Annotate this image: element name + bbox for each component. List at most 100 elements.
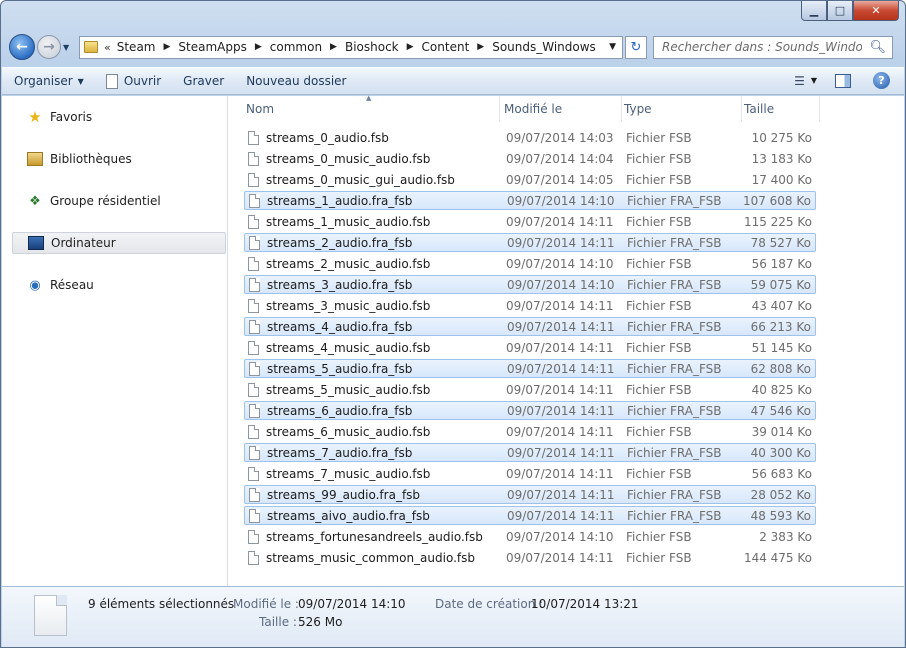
breadcrumb-separator[interactable]: ▶ xyxy=(407,42,414,52)
breadcrumb-separator[interactable]: ▶ xyxy=(163,42,170,52)
size-label: Taille : xyxy=(259,615,297,629)
file-size: 48 593 Ko xyxy=(750,508,811,523)
organize-menu[interactable]: Organiser ▼ xyxy=(14,74,84,88)
column-header-size[interactable]: Taille xyxy=(742,96,820,122)
close-button[interactable]: ✕ xyxy=(853,1,899,21)
chevron-down-icon: ▼ xyxy=(77,76,84,86)
breadcrumb: Steam ▶ SteamApps ▶ common ▶ Bioshock ▶ Content ▶… xyxy=(117,40,604,54)
sidebar-item-library[interactable]: Bibliothèques xyxy=(12,148,226,170)
refresh-button[interactable]: ↻ xyxy=(625,35,647,59)
help-icon[interactable]: ? xyxy=(873,72,890,89)
views-icon[interactable]: ☰ xyxy=(794,74,805,88)
file-row[interactable]: streams_2_music_audio.fsb 09/07/2014 14:1… xyxy=(244,254,816,273)
file-row[interactable]: streams_0_audio.fsb 09/07/2014 14:03 Fichi… xyxy=(244,128,816,147)
refresh-icon: ↻ xyxy=(630,39,642,55)
file-row[interactable]: streams_0_music_gui_audio.fsb 09/07/2014 … xyxy=(244,170,816,189)
file-row[interactable]: streams_7_audio.fra_fsb 09/07/2014 14:11 F… xyxy=(244,443,816,462)
views-dropdown[interactable]: ▼ xyxy=(811,76,817,85)
file-row[interactable]: streams_3_music_audio.fsb 09/07/2014 14:1… xyxy=(244,296,816,315)
chevron-down-icon[interactable]: ▼ xyxy=(609,42,616,52)
file-modified: 09/07/2014 14:11 xyxy=(506,424,614,439)
sidebar-item-star[interactable]: ★ Favoris xyxy=(12,106,226,128)
sidebar-item-network[interactable]: ◉ Réseau xyxy=(12,274,226,296)
breadcrumb-item[interactable]: common xyxy=(270,40,322,54)
file-type: Fichier FSB xyxy=(626,466,692,481)
column-header-modified[interactable]: Modifié le xyxy=(502,96,622,122)
recent-pages-dropdown[interactable]: ▼ xyxy=(63,43,75,52)
file-modified: 09/07/2014 14:10 xyxy=(507,277,615,292)
preview-pane-icon[interactable] xyxy=(835,73,851,88)
file-type: Fichier FSB xyxy=(626,130,692,145)
overflow-chevron[interactable]: « xyxy=(104,41,111,54)
file-row[interactable]: streams_1_audio.fra_fsb 09/07/2014 14:10 F… xyxy=(244,191,816,210)
file-modified: 09/07/2014 14:11 xyxy=(507,403,615,418)
breadcrumb-item[interactable]: Steam xyxy=(117,40,156,54)
breadcrumb-item[interactable]: Sounds_Windows xyxy=(492,40,596,54)
back-button[interactable]: ← xyxy=(9,34,35,60)
column-header-type[interactable]: Type xyxy=(622,96,742,122)
file-name-text: streams_music_common_audio.fsb xyxy=(266,550,475,565)
burn-label: Graver xyxy=(183,74,225,88)
file-icon xyxy=(248,550,259,565)
maximize-button[interactable]: □ xyxy=(827,1,853,21)
arrow-right-icon: → xyxy=(43,39,55,55)
file-type: Fichier FRA_FSB xyxy=(627,235,722,250)
file-name: streams_4_music_audio.fsb xyxy=(248,340,430,355)
file-row[interactable]: streams_6_music_audio.fsb 09/07/2014 14:1… xyxy=(244,422,816,441)
breadcrumb-separator[interactable]: ▶ xyxy=(255,42,262,52)
file-size: 13 183 Ko xyxy=(751,151,812,166)
file-size: 47 546 Ko xyxy=(750,403,811,418)
search-input[interactable] xyxy=(662,40,862,54)
minimize-button[interactable]: ▁ xyxy=(801,1,827,21)
open-button[interactable]: Ouvrir xyxy=(105,73,162,89)
breadcrumb-item[interactable]: Content xyxy=(422,40,470,54)
file-type: Fichier FSB xyxy=(626,382,692,397)
navigation-bar: ← → ▼ « Steam ▶ SteamApps ▶ common ▶ Bioshock ▶… xyxy=(9,31,897,63)
sidebar-item-computer[interactable]: Ordinateur xyxy=(12,232,226,254)
file-row[interactable]: streams_4_music_audio.fsb 09/07/2014 14:1… xyxy=(244,338,816,357)
sidebar-item-homegroup[interactable]: ❖ Groupe résidentiel xyxy=(12,190,226,212)
file-row[interactable]: streams_7_music_audio.fsb 09/07/2014 14:1… xyxy=(244,464,816,483)
breadcrumb-separator[interactable]: ▶ xyxy=(477,42,484,52)
file-row[interactable]: streams_1_music_audio.fsb 09/07/2014 14:1… xyxy=(244,212,816,231)
file-row[interactable]: streams_3_audio.fra_fsb 09/07/2014 14:10 F… xyxy=(244,275,816,294)
file-icon xyxy=(249,403,260,418)
file-icon xyxy=(248,256,259,271)
file-row[interactable]: streams_6_audio.fra_fsb 09/07/2014 14:11 F… xyxy=(244,401,816,420)
new-folder-button[interactable]: Nouveau dossier xyxy=(246,74,346,88)
sidebar-item-label: Réseau xyxy=(50,278,94,292)
file-row[interactable]: streams_music_common_audio.fsb 09/07/2014… xyxy=(244,548,816,567)
breadcrumb-item[interactable]: SteamApps xyxy=(178,40,246,54)
file-name-text: streams_0_music_audio.fsb xyxy=(266,151,431,166)
file-row[interactable]: streams_5_music_audio.fsb 09/07/2014 14:1… xyxy=(244,380,816,399)
file-name-text: streams_6_audio.fra_fsb xyxy=(267,403,413,418)
file-name-text: streams_0_music_gui_audio.fsb xyxy=(266,172,455,187)
file-name-text: streams_3_music_audio.fsb xyxy=(266,298,431,313)
file-size: 59 075 Ko xyxy=(750,277,811,292)
file-name: streams_music_common_audio.fsb xyxy=(248,550,475,565)
file-row[interactable]: streams_fortunesandreels_audio.fsb 09/07/… xyxy=(244,527,816,546)
file-type: Fichier FSB xyxy=(626,424,692,439)
file-row[interactable]: streams_5_audio.fra_fsb 09/07/2014 14:11 F… xyxy=(244,359,816,378)
file-row[interactable]: streams_0_music_audio.fsb 09/07/2014 14:0… xyxy=(244,149,816,168)
file-icon xyxy=(248,382,259,397)
file-name-text: streams_0_audio.fsb xyxy=(266,130,389,145)
file-type: Fichier FRA_FSB xyxy=(627,319,722,334)
burn-button[interactable]: Graver xyxy=(183,74,224,88)
file-row[interactable]: streams_99_audio.fra_fsb 09/07/2014 14:11… xyxy=(244,485,816,504)
file-icon xyxy=(249,235,260,250)
file-row[interactable]: streams_aivo_audio.fra_fsb 09/07/2014 14:… xyxy=(244,506,816,525)
file-row[interactable]: streams_2_audio.fra_fsb 09/07/2014 14:11 F… xyxy=(244,233,816,252)
breadcrumb-item[interactable]: Bioshock xyxy=(345,40,399,54)
file-modified: 09/07/2014 14:11 xyxy=(506,298,614,313)
address-bar[interactable]: « Steam ▶ SteamApps ▶ common ▶ Bioshock ▶ Conten… xyxy=(79,35,623,59)
breadcrumb-separator[interactable]: ▶ xyxy=(330,42,337,52)
column-header-name[interactable]: Nom ▲ xyxy=(244,94,500,122)
file-row[interactable]: streams_4_audio.fra_fsb 09/07/2014 14:11 F… xyxy=(244,317,816,336)
file-icon xyxy=(249,487,260,502)
forward-button[interactable]: → xyxy=(37,35,61,59)
search-icon[interactable]: 🔍︎ xyxy=(869,40,886,55)
file-list: Nom ▲ Modifié le Type Taille streams_0_a… xyxy=(244,94,822,586)
file-icon xyxy=(248,151,259,166)
open-label: Ouvrir xyxy=(123,74,162,88)
